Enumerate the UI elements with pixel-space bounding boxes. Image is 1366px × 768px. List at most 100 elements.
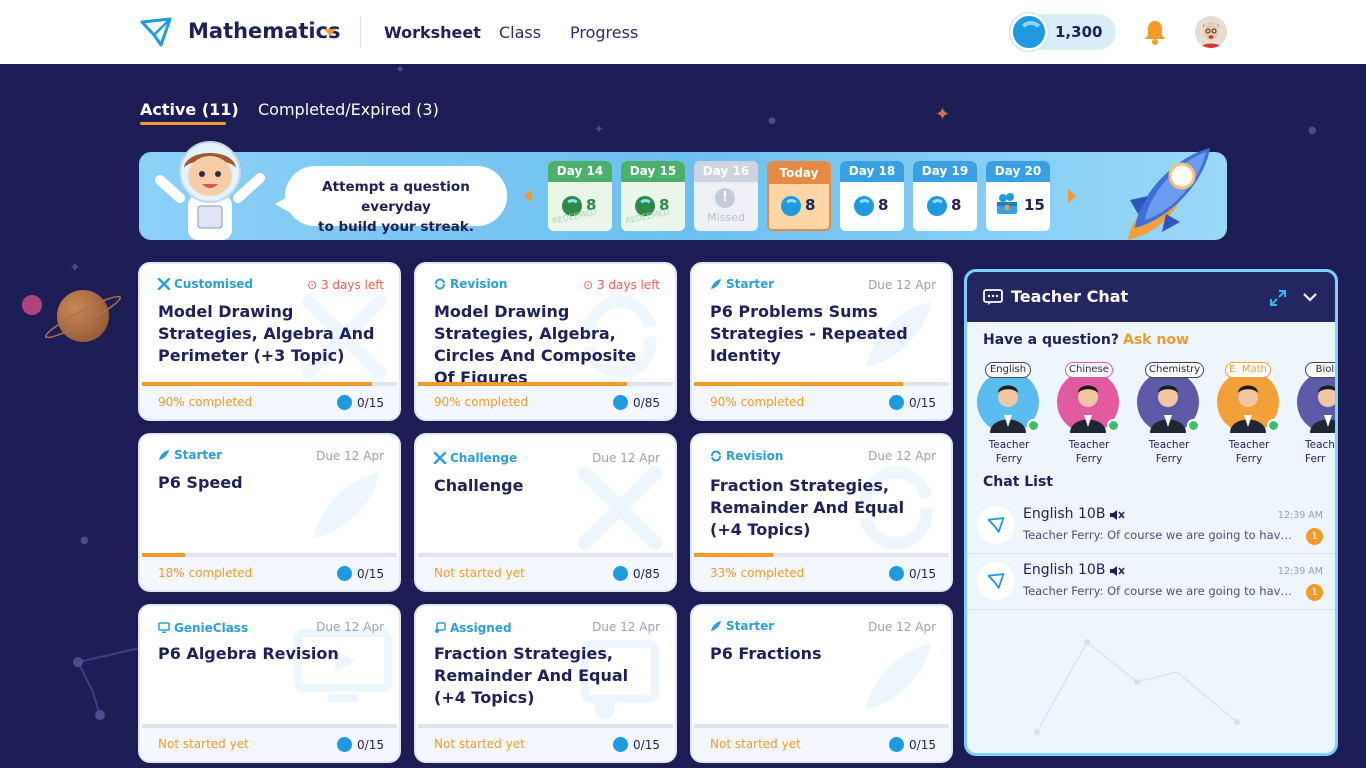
worksheet-due: Due 12 Apr xyxy=(592,451,660,465)
coin-count: 1,300 xyxy=(1055,23,1103,41)
top-bar: Mathematics Worksheet Class Progress 1,3… xyxy=(0,0,1366,64)
streak-prev-arrow-icon[interactable] xyxy=(524,189,532,203)
chat-list-item[interactable]: English 10B 12:39 AM Teacher Ferry: Of c… xyxy=(967,498,1335,554)
worksheet-card[interactable]: Revision Due 12 Apr Fraction Strategies,… xyxy=(692,435,951,590)
worksheet-card[interactable]: Assigned Due 12 Apr Fraction Strategies,… xyxy=(416,606,675,761)
worksheet-due-label: 3 days left xyxy=(320,278,384,292)
chevron-down-icon[interactable] xyxy=(1303,292,1317,302)
worksheet-card[interactable]: Starter Due 12 Apr P6 Problems Sums Stra… xyxy=(692,264,951,419)
teacher-photo xyxy=(990,385,1026,433)
coin-icon xyxy=(889,737,905,752)
streak-day-label: Day 15 xyxy=(621,161,685,182)
worksheet-tag-label: Assigned xyxy=(450,621,512,635)
worksheet-tag-label: Revision xyxy=(726,449,784,463)
chat-group-name: English 10B xyxy=(1023,562,1106,578)
star-decoration: ✦ xyxy=(935,104,951,125)
worksheet-due: ⊙ 3 days left xyxy=(307,278,384,292)
online-status-dot xyxy=(1267,419,1280,432)
worksheet-status: Not started yet xyxy=(158,737,249,751)
worksheet-card[interactable]: Challenge Due 12 Apr Challenge Not start… xyxy=(416,435,675,590)
constellation-decoration xyxy=(1034,639,1240,735)
chat-list-item[interactable]: English 10B 12:39 AM Teacher Ferry: Of c… xyxy=(967,554,1335,610)
chevron-down-icon[interactable] xyxy=(324,29,336,36)
star-decoration: ● xyxy=(80,535,89,546)
worksheet-tag: Customised xyxy=(158,277,253,291)
teacher-name: Teach Ferr xyxy=(1305,439,1335,465)
coin-balance[interactable]: 1,300 xyxy=(1010,13,1116,51)
streak-message-line1: Attempt a question everyday xyxy=(322,179,470,215)
worksheet-card[interactable]: Starter Due 12 Apr P6 Speed 18% complete… xyxy=(140,435,399,590)
chat-time: 12:39 AM xyxy=(1277,510,1323,521)
teacher-photo xyxy=(1310,385,1335,433)
online-status-dot xyxy=(1187,419,1200,432)
worksheet-tag: Revision xyxy=(710,449,783,463)
worksheet-title: P6 Speed xyxy=(158,473,243,492)
worksheet-tag: Assigned xyxy=(434,621,512,635)
teacher-subject: English xyxy=(985,362,1031,378)
unread-badge: 1 xyxy=(1306,528,1323,545)
genie-logo-icon[interactable] xyxy=(139,16,173,48)
streak-day: Day 14 8 REDEEMED xyxy=(548,161,612,231)
question-count-value: 0/15 xyxy=(633,737,660,752)
worksheet-title: Fraction Strategies, Remainder And Equal… xyxy=(434,644,629,707)
streak-day-label: Day 19 xyxy=(913,161,977,182)
coin-icon xyxy=(613,737,629,752)
teacher-subject: Chinese xyxy=(1065,362,1113,378)
streak-day-label: Day 14 xyxy=(548,161,612,182)
streak-day-label: Day 18 xyxy=(840,161,904,182)
worksheet-due: Due 12 Apr xyxy=(316,449,384,463)
question-count: 0/15 xyxy=(337,566,384,581)
worksheet-due-label: 3 days left xyxy=(596,278,660,292)
assigned-board-icon xyxy=(435,622,446,633)
teacher-name: Teacher Ferry xyxy=(1068,439,1110,465)
subject-selector[interactable]: Mathematics xyxy=(188,19,341,43)
worksheet-card[interactable]: GenieClass Due 12 Apr P6 Algebra Revisio… xyxy=(140,606,399,761)
streak-message-line2: to build your streak. xyxy=(318,219,474,235)
tab-active[interactable]: Active (11) xyxy=(140,100,239,119)
exclamation-icon: ! xyxy=(715,188,735,208)
question-count-value: 0/15 xyxy=(357,737,384,752)
question-count: 0/15 xyxy=(613,737,660,752)
worksheet-card[interactable]: Customised ⊙ 3 days left Model Drawing S… xyxy=(140,264,399,419)
bell-icon[interactable] xyxy=(1143,19,1167,45)
expand-icon[interactable] xyxy=(1270,290,1286,306)
question-count: 0/85 xyxy=(613,566,660,581)
worksheet-card[interactable]: Starter Due 12 Apr P6 Fractions Not star… xyxy=(692,606,951,761)
question-count-value: 0/85 xyxy=(633,566,660,581)
worksheet-status: 18% completed xyxy=(158,566,253,580)
chat-last-message: Teacher Ferry: Of course we are going to… xyxy=(1023,584,1293,598)
worksheet-title: P6 Fractions xyxy=(710,644,822,663)
teacher-photo xyxy=(1230,385,1266,433)
star-decoration: ✦ xyxy=(69,260,81,276)
user-avatar[interactable] xyxy=(1195,16,1227,48)
star-decoration: ● xyxy=(768,116,776,126)
teacher-name: Teacher Ferry xyxy=(1148,439,1190,465)
nav-class[interactable]: Class xyxy=(499,23,541,42)
nav-progress[interactable]: Progress xyxy=(570,23,638,42)
worksheet-due: Due 12 Apr xyxy=(868,620,936,634)
worksheet-tag-label: GenieClass xyxy=(174,621,249,635)
chat-group-avatar xyxy=(977,506,1015,544)
worksheet-status: 90% completed xyxy=(158,395,253,409)
nav-worksheet[interactable]: Worksheet xyxy=(384,23,481,42)
coin-icon xyxy=(889,395,905,410)
question-count: 0/15 xyxy=(337,737,384,752)
revision-icon xyxy=(711,450,721,462)
revision-icon xyxy=(435,278,445,290)
coin-icon xyxy=(613,566,629,581)
coin-icon xyxy=(889,566,905,581)
worksheet-status: Not started yet xyxy=(710,737,801,751)
coin-icon xyxy=(1010,13,1048,51)
ask-now-link[interactable]: Ask now xyxy=(1123,332,1189,348)
unread-badge: 1 xyxy=(1306,584,1323,601)
online-status-dot xyxy=(1027,419,1040,432)
genieclass-monitor-icon xyxy=(158,622,170,633)
worksheet-due: Due 12 Apr xyxy=(868,449,936,463)
teacher-subject: Biolo xyxy=(1305,362,1335,378)
streak-next-arrow-icon[interactable] xyxy=(1068,189,1076,203)
teacher-photo xyxy=(1150,385,1186,433)
worksheet-title: P6 Problems Sums Strategies - Repeated I… xyxy=(710,302,908,365)
worksheet-card[interactable]: Revision ⊙ 3 days left Model Drawing Str… xyxy=(416,264,675,419)
tab-completed-expired[interactable]: Completed/Expired (3) xyxy=(258,100,439,119)
missed-label: Missed xyxy=(707,211,745,224)
